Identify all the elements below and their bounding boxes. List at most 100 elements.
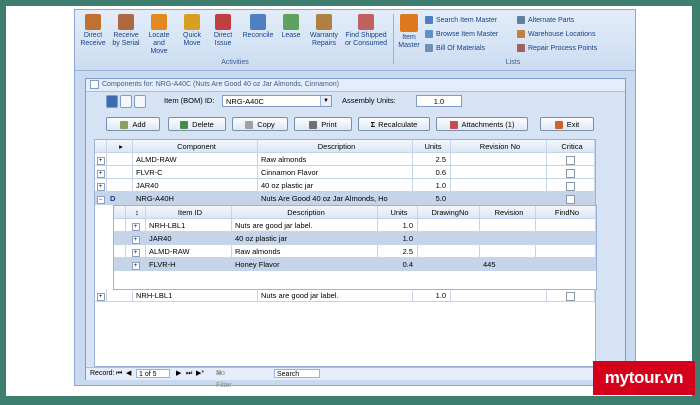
drawing-cell[interactable] xyxy=(418,258,480,271)
new-record-button[interactable]: ▶* xyxy=(196,368,204,380)
sub-description-column-header[interactable]: Description xyxy=(232,206,378,219)
sub-units-cell[interactable]: 1.0 xyxy=(378,232,418,245)
table-row[interactable]: + JAR40 40 oz plastic jar 1.0 xyxy=(95,179,595,192)
table-row[interactable]: + ALMD-RAW Raw almonds 2.5 xyxy=(95,153,595,166)
table-row-expanded[interactable]: − D NRG-A40H Nuts Are Good 40 oz Jar Alm… xyxy=(95,192,595,205)
critical-checkbox[interactable] xyxy=(566,156,575,165)
lease-button[interactable]: Lease xyxy=(277,14,305,40)
bill-of-materials-link[interactable]: Bill Of Materials xyxy=(425,43,485,54)
find-cell[interactable] xyxy=(536,258,596,271)
find-column-header[interactable]: FindNo xyxy=(536,206,596,219)
sub-units-cell[interactable]: 0.4 xyxy=(378,258,418,271)
warranty-repairs-button[interactable]: Warranty Repairs xyxy=(307,14,341,48)
previous-record-button[interactable]: ◀ xyxy=(126,368,131,380)
direct-issue-button[interactable]: Direct Issue xyxy=(209,14,237,48)
item-id-cell[interactable]: JAR40 xyxy=(146,232,232,245)
add-button[interactable]: Add xyxy=(106,117,160,131)
sub-description-cell[interactable]: 40 oz plastic jar xyxy=(232,232,378,245)
critical-checkbox[interactable] xyxy=(566,195,575,204)
description-cell[interactable]: Raw almonds xyxy=(258,153,413,166)
units-cell[interactable]: 2.5 xyxy=(413,153,451,166)
list-view-icon[interactable] xyxy=(134,95,146,108)
description-cell[interactable]: Nuts are good jar label. xyxy=(258,289,413,302)
sub-description-cell[interactable]: Honey Flavor xyxy=(232,258,378,271)
sub-description-cell[interactable]: Raw almonds xyxy=(232,245,378,258)
table-row[interactable]: + FLVR-C Cinnamon Flavor 0.6 xyxy=(95,166,595,179)
quick-move-button[interactable]: Quick Move xyxy=(178,14,206,48)
print-button[interactable]: Print xyxy=(294,117,352,131)
sub-revision-cell[interactable]: 445 xyxy=(480,258,536,271)
sub-revision-cell[interactable] xyxy=(480,232,536,245)
assembly-units-input[interactable]: 1.0 xyxy=(416,95,462,107)
item-id-combo[interactable]: NRG-A40C ▼ xyxy=(222,95,332,107)
description-column-header[interactable]: Description xyxy=(258,140,413,153)
critical-checkbox[interactable] xyxy=(566,182,575,191)
item-master-button[interactable]: Item Master xyxy=(397,14,421,50)
description-cell[interactable]: Nuts Are Good 40 oz Jar Almonds, Ho xyxy=(258,192,413,205)
alternate-parts-link[interactable]: Alternate Parts xyxy=(517,15,574,26)
recalculate-button[interactable]: Σ Recalculate xyxy=(358,117,430,131)
component-cell[interactable]: ALMD-RAW xyxy=(133,153,258,166)
sub-units-column-header[interactable]: Units xyxy=(378,206,418,219)
warehouse-locations-link[interactable]: Warehouse Locations xyxy=(517,29,595,40)
expand-icon[interactable]: + xyxy=(131,236,140,244)
first-record-button[interactable]: ⏮ xyxy=(116,368,122,380)
revision-cell[interactable] xyxy=(451,153,547,166)
copy-button[interactable]: Copy xyxy=(232,117,288,131)
expand-icon[interactable]: + xyxy=(96,170,105,178)
component-cell[interactable]: NRG-A40H xyxy=(133,192,258,205)
units-cell[interactable]: 0.6 xyxy=(413,166,451,179)
units-cell[interactable]: 5.0 xyxy=(413,192,451,205)
sub-revision-cell[interactable] xyxy=(480,245,536,258)
sub-select-corner[interactable] xyxy=(114,206,126,219)
critical-checkbox[interactable] xyxy=(566,169,575,178)
drawing-cell[interactable] xyxy=(418,245,480,258)
table-row[interactable]: + FLVR-H Honey Flavor 0.4 445 xyxy=(114,258,596,271)
locate-and-move-button[interactable]: Locate and Move xyxy=(145,14,173,56)
drawing-cell[interactable] xyxy=(418,219,480,232)
sub-description-cell[interactable]: Nuts are good jar label. xyxy=(232,219,378,232)
description-cell[interactable]: 40 oz plastic jar xyxy=(258,179,413,192)
chevron-down-icon[interactable]: ▼ xyxy=(320,96,331,106)
attachments-button[interactable]: Attachments (1) xyxy=(436,117,528,131)
revision-cell[interactable] xyxy=(451,192,547,205)
critical-checkbox[interactable] xyxy=(566,292,575,301)
find-cell[interactable] xyxy=(536,232,596,245)
units-column-header[interactable]: Units xyxy=(413,140,451,153)
search-input[interactable]: Search xyxy=(274,369,320,378)
expand-icon[interactable]: + xyxy=(131,249,140,257)
find-cell[interactable] xyxy=(536,219,596,232)
find-shipped-button[interactable]: Find Shipped or Consumed xyxy=(343,14,389,48)
critical-column-header[interactable]: Critica xyxy=(547,140,595,153)
delete-button[interactable]: Delete xyxy=(168,117,226,131)
sub-revision-cell[interactable] xyxy=(480,219,536,232)
collapse-icon[interactable]: − xyxy=(96,196,105,204)
item-id-cell[interactable]: FLVR-H xyxy=(146,258,232,271)
record-number-input[interactable]: 1 of 5 xyxy=(136,369,170,378)
next-record-button[interactable]: ▶ xyxy=(176,368,181,380)
component-column-header[interactable]: Component xyxy=(133,140,258,153)
item-id-column-header[interactable]: Item ID xyxy=(146,206,232,219)
select-all-corner[interactable] xyxy=(95,140,107,153)
item-id-cell[interactable]: NRH-LBL1 xyxy=(146,219,232,232)
drawing-cell[interactable] xyxy=(418,232,480,245)
component-cell[interactable]: FLVR-C xyxy=(133,166,258,179)
component-cell[interactable]: NRH-LBL1 xyxy=(133,289,258,302)
sub-revision-column-header[interactable]: Revision xyxy=(480,206,536,219)
reconcile-button[interactable]: Reconcile xyxy=(241,14,275,40)
direct-receive-button[interactable]: Direct Receive xyxy=(79,14,107,48)
component-cell[interactable]: JAR40 xyxy=(133,179,258,192)
search-item-master-link[interactable]: Search Item Master xyxy=(425,15,497,26)
table-row[interactable]: + NRH-LBL1 Nuts are good jar label. 1.0 xyxy=(114,219,596,232)
exit-button[interactable]: Exit xyxy=(540,117,594,131)
sub-units-cell[interactable]: 1.0 xyxy=(378,219,418,232)
description-cell[interactable]: Cinnamon Flavor xyxy=(258,166,413,179)
repair-process-points-link[interactable]: Repair Process Points xyxy=(517,43,597,54)
revision-cell[interactable] xyxy=(451,179,547,192)
expand-icon[interactable]: + xyxy=(131,262,140,270)
help-icon[interactable] xyxy=(106,95,118,108)
last-record-button[interactable]: ⏭ xyxy=(186,368,192,380)
sub-units-cell[interactable]: 2.5 xyxy=(378,245,418,258)
sub-expand-column-header[interactable]: ↕ xyxy=(126,206,146,219)
table-row[interactable]: + JAR40 40 oz plastic jar 1.0 xyxy=(114,232,596,245)
